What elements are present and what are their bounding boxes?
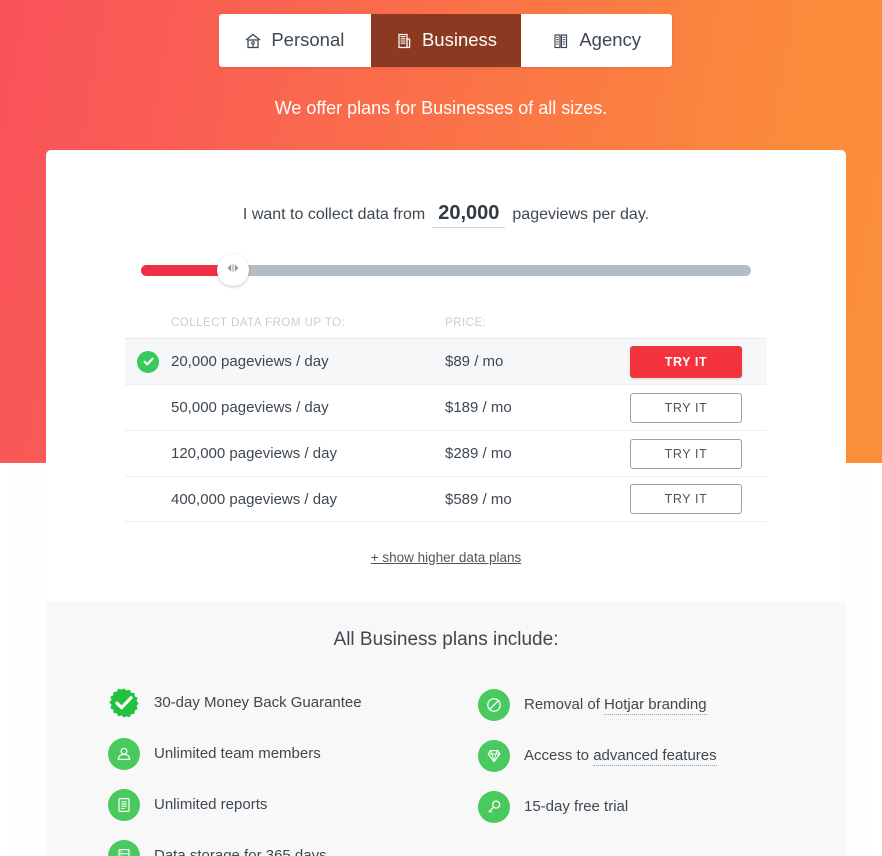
plan-action: TRY IT bbox=[605, 345, 767, 378]
header-price: PRICE: bbox=[445, 317, 487, 329]
features-title: All Business plans include: bbox=[333, 629, 559, 650]
list-item: Unlimited team members bbox=[108, 728, 478, 779]
sentence-prefix: I want to collect data from bbox=[242, 206, 426, 223]
report-document-icon bbox=[108, 788, 140, 821]
tab-business-label: Business bbox=[421, 29, 498, 51]
plan-price: $89 / mo bbox=[445, 353, 504, 370]
plans-table-header: COLLECT DATA FROM UP TO: PRICE: bbox=[125, 317, 767, 338]
features-column-left: 30-day Money Back Guarantee Unlimited te… bbox=[108, 677, 478, 856]
table-row[interactable]: 120,000 pageviews / day $289 / mo TRY IT bbox=[125, 430, 767, 476]
home-icon bbox=[244, 32, 262, 50]
hotjar-branding-tooltip-term[interactable]: Hotjar branding bbox=[604, 696, 707, 715]
team-members-icon bbox=[108, 737, 140, 770]
tab-business[interactable]: Business bbox=[370, 14, 522, 67]
pageviews-slider[interactable] bbox=[141, 254, 751, 286]
plan-name: 400,000 pageviews / day bbox=[171, 490, 337, 508]
table-row[interactable]: 400,000 pageviews / day $589 / mo TRY IT bbox=[125, 476, 767, 522]
agency-building-icon bbox=[552, 32, 570, 50]
list-item: 30-day Money Back Guarantee bbox=[108, 677, 478, 728]
try-it-button[interactable]: TRY IT bbox=[630, 345, 742, 378]
pageviews-value[interactable]: 20,000 bbox=[432, 202, 506, 228]
advanced-features-tooltip-term[interactable]: advanced features bbox=[593, 747, 717, 766]
feature-label: Data storage for 365 days bbox=[154, 847, 327, 856]
plans-table: COLLECT DATA FROM UP TO: PRICE: 20,000 p… bbox=[125, 317, 767, 522]
check-circle-icon bbox=[137, 350, 159, 373]
office-building-icon bbox=[395, 32, 413, 50]
page-subtitle: We offer plans for Businesses of all siz… bbox=[274, 98, 608, 118]
no-entry-icon bbox=[478, 688, 510, 721]
tab-personal[interactable]: Personal bbox=[219, 14, 371, 67]
plan-action: TRY IT bbox=[605, 392, 767, 423]
sentence-suffix: pageviews per day. bbox=[512, 206, 650, 223]
list-item: Removal of Hotjar branding bbox=[478, 679, 828, 730]
plan-name: 20,000 pageviews / day bbox=[171, 353, 329, 370]
list-item: Access to advanced features bbox=[478, 730, 828, 781]
plan-price: $589 / mo bbox=[445, 490, 512, 508]
removal-prefix: Removal of bbox=[524, 696, 605, 713]
tab-personal-label: Personal bbox=[271, 29, 345, 51]
data-storage-icon bbox=[108, 839, 140, 856]
header-collect-data: COLLECT DATA FROM UP TO: bbox=[171, 317, 346, 329]
table-row[interactable]: 20,000 pageviews / day $89 / mo TRY IT bbox=[125, 338, 767, 384]
tab-agency-label: Agency bbox=[579, 29, 642, 51]
try-it-button[interactable]: TRY IT bbox=[630, 484, 742, 514]
feature-label: 30-day Money Back Guarantee bbox=[154, 694, 362, 711]
verified-check-badge-icon bbox=[108, 687, 140, 719]
left-right-arrows-icon bbox=[225, 261, 241, 279]
show-higher-plans-label: + show higher data plans bbox=[370, 550, 522, 565]
row-selected-indicator bbox=[125, 350, 171, 373]
feature-label: Access to advanced features bbox=[524, 747, 717, 766]
slider-handle[interactable] bbox=[217, 254, 249, 286]
list-item: Unlimited reports bbox=[108, 779, 478, 830]
access-prefix: Access to bbox=[524, 747, 594, 764]
feature-label: Removal of Hotjar branding bbox=[524, 696, 707, 715]
plan-name: 120,000 pageviews / day bbox=[171, 445, 337, 462]
list-item: Data storage for 365 days bbox=[108, 830, 478, 856]
table-row[interactable]: 50,000 pageviews / day $189 / mo TRY IT bbox=[125, 384, 767, 430]
diamond-icon bbox=[478, 739, 510, 772]
features-columns: 30-day Money Back Guarantee Unlimited te… bbox=[46, 677, 846, 856]
features-section: All Business plans include: 30-day Money… bbox=[46, 601, 846, 856]
feature-label: Unlimited team members bbox=[154, 745, 321, 762]
key-icon bbox=[478, 790, 510, 823]
try-it-button[interactable]: TRY IT bbox=[630, 438, 742, 469]
feature-label: 15-day free trial bbox=[524, 798, 629, 815]
plan-action: TRY IT bbox=[605, 438, 767, 469]
tab-agency[interactable]: Agency bbox=[521, 14, 672, 67]
plan-action: TRY IT bbox=[605, 484, 767, 514]
show-higher-plans-link[interactable]: + show higher data plans bbox=[46, 550, 846, 565]
data-storage-suffix: for 365 days bbox=[239, 847, 327, 856]
feature-label: Unlimited reports bbox=[154, 796, 268, 813]
pricing-card: I want to collect data from 20,000 pagevie… bbox=[46, 150, 846, 856]
plan-name: 50,000 pageviews / day bbox=[171, 399, 329, 416]
pageviews-sentence: I want to collect data from 20,000 pagevie… bbox=[46, 202, 846, 228]
data-storage-tooltip-term[interactable]: Data storage bbox=[154, 847, 240, 856]
try-it-button[interactable]: TRY IT bbox=[630, 392, 742, 423]
plan-price: $289 / mo bbox=[445, 445, 512, 462]
list-item: 15-day free trial bbox=[478, 781, 828, 832]
plan-price: $189 / mo bbox=[445, 399, 512, 416]
features-column-right: Removal of Hotjar branding Access to adv… bbox=[478, 677, 828, 856]
plan-type-tabs: Personal Business Agency bbox=[219, 14, 672, 67]
